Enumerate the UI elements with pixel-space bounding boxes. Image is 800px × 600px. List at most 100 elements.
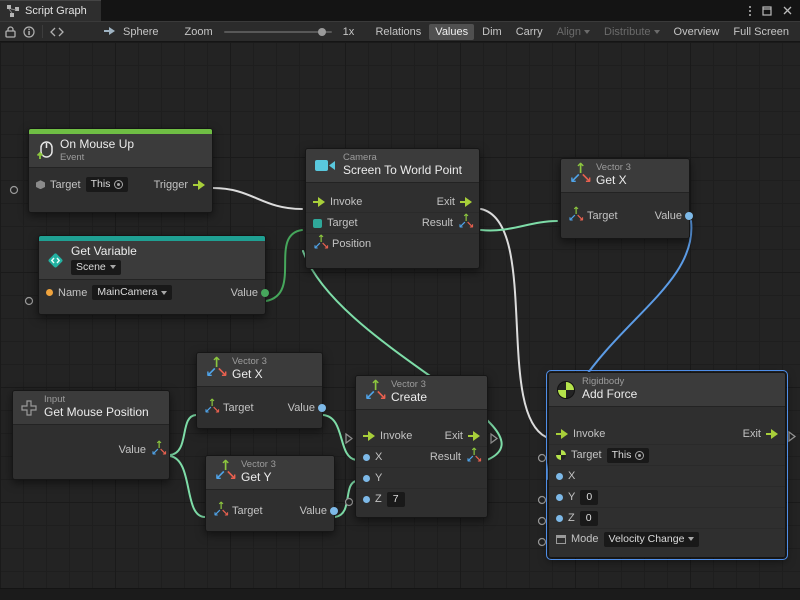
node-get-mouse-position[interactable]: Input Get Mouse Position Value ↑↙↘ bbox=[12, 390, 170, 480]
node-screen-to-world-point[interactable]: Camera Screen To World Point Invoke Exit… bbox=[305, 148, 480, 269]
relations-button[interactable]: Relations bbox=[369, 24, 427, 40]
result-label: Result bbox=[422, 217, 453, 229]
value-output-port[interactable] bbox=[685, 212, 693, 220]
value-row: Value ↑↙↘ bbox=[13, 439, 169, 460]
node-get-y[interactable]: ↑↙↘ Vector 3 Get Y ↑↙↘ Target Value bbox=[205, 455, 335, 532]
node-title: Create bbox=[391, 391, 427, 405]
input-port[interactable] bbox=[11, 187, 18, 194]
vector3-port-icon[interactable]: ↑↙↘ bbox=[313, 237, 327, 251]
control-output-port[interactable] bbox=[491, 434, 497, 443]
float-window-icon[interactable] bbox=[762, 6, 772, 16]
string-port[interactable] bbox=[46, 289, 53, 296]
value-output-port[interactable] bbox=[261, 289, 269, 297]
node-create-vector3[interactable]: ↑↙↘ Vector 3 Create Invoke Exit X bbox=[355, 375, 488, 518]
control-arrow-icon[interactable] bbox=[556, 429, 568, 439]
enum-port-icon[interactable] bbox=[556, 535, 566, 544]
node-get-x-mid[interactable]: ↑↙↘ Vector 3 Get X ↑↙↘ Target Value bbox=[196, 352, 323, 429]
distribute-button[interactable]: Distribute bbox=[598, 24, 665, 40]
node-get-variable[interactable]: Get Variable Scene Name MainCamera bbox=[38, 235, 266, 315]
align-button[interactable]: Align bbox=[551, 24, 596, 40]
script-graph-icon bbox=[7, 5, 19, 17]
invoke-exit-row: Invoke Exit bbox=[549, 423, 785, 444]
float-port[interactable] bbox=[363, 454, 370, 461]
target-trigger-row: Target This Trigger bbox=[29, 174, 212, 195]
control-arrow-icon[interactable] bbox=[460, 197, 472, 207]
control-arrow-icon[interactable] bbox=[766, 429, 778, 439]
breadcrumb-graph-name[interactable]: Sphere bbox=[123, 26, 158, 38]
node-category: Vector 3 bbox=[391, 380, 427, 390]
exit-label: Exit bbox=[437, 196, 455, 208]
node-title: On Mouse Up bbox=[60, 138, 134, 152]
float-port[interactable] bbox=[556, 494, 563, 501]
node-get-x-top[interactable]: ↑↙↘ Vector 3 Get X ↑↙↘ Target Value bbox=[560, 158, 690, 239]
input-icon bbox=[21, 400, 37, 416]
vector3-output-port[interactable]: ↑↙↘ bbox=[151, 443, 165, 457]
input-port[interactable] bbox=[26, 298, 33, 305]
input-port[interactable] bbox=[539, 455, 546, 462]
control-arrow-icon[interactable] bbox=[363, 431, 375, 441]
float-port[interactable] bbox=[556, 473, 563, 480]
camera-port-icon[interactable] bbox=[313, 219, 322, 228]
vector3-port-icon[interactable]: ↑↙↘ bbox=[568, 209, 582, 223]
tab-script-graph[interactable]: Script Graph bbox=[0, 0, 101, 21]
value-output-port[interactable] bbox=[330, 507, 338, 515]
node-subtitle: Event bbox=[60, 153, 134, 163]
node-header: ↑↙↘ Vector 3 Get X bbox=[561, 159, 689, 193]
node-on-mouse-up[interactable]: On Mouse Up Event Target This Trigger bbox=[28, 128, 213, 213]
value-label: Value bbox=[300, 505, 327, 517]
mode-dropdown[interactable]: Velocity Change bbox=[604, 532, 700, 547]
input-port[interactable] bbox=[346, 499, 353, 506]
wire-mouse-to-gety bbox=[170, 456, 205, 517]
zoom-slider[interactable] bbox=[224, 31, 332, 33]
dim-button[interactable]: Dim bbox=[476, 24, 508, 40]
float-port[interactable] bbox=[556, 515, 563, 522]
info-icon[interactable] bbox=[23, 26, 35, 38]
node-title: Screen To World Point bbox=[343, 164, 462, 178]
y-row: Y bbox=[356, 467, 487, 488]
input-port[interactable] bbox=[539, 518, 546, 525]
variable-name-dropdown[interactable]: MainCamera bbox=[92, 285, 172, 300]
overview-button[interactable]: Overview bbox=[668, 24, 726, 40]
mode-row: Mode Velocity Change bbox=[549, 528, 785, 549]
node-add-force[interactable]: Rigidbody Add Force Invoke Exit Target T… bbox=[548, 372, 786, 558]
full-screen-button[interactable]: Full Screen bbox=[727, 24, 795, 40]
wire-camera-to-target bbox=[266, 230, 302, 301]
code-icon[interactable] bbox=[50, 27, 64, 37]
graph-canvas[interactable]: On Mouse Up Event Target This Trigger bbox=[0, 42, 800, 600]
control-input-port[interactable] bbox=[346, 434, 352, 443]
variable-scope-dropdown[interactable]: Scene bbox=[71, 260, 121, 275]
float-port[interactable] bbox=[363, 475, 370, 482]
control-arrow-icon[interactable] bbox=[468, 431, 480, 441]
vector3-port-icon[interactable]: ↑↙↘ bbox=[458, 216, 472, 230]
value-output-port[interactable] bbox=[318, 404, 326, 412]
node-header: ↑↙↘ Vector 3 Create bbox=[356, 376, 487, 410]
window-menu-icon[interactable] bbox=[749, 6, 751, 16]
input-port[interactable] bbox=[539, 497, 546, 504]
node-category: Vector 3 bbox=[596, 163, 631, 173]
this-chip[interactable]: This bbox=[607, 448, 650, 463]
z-value-input[interactable]: 0 bbox=[580, 511, 598, 526]
canvas-bottom-strip bbox=[0, 588, 800, 600]
vector3-port-icon[interactable]: ↑↙↘ bbox=[204, 401, 218, 415]
float-port[interactable] bbox=[363, 496, 370, 503]
control-arrow-icon[interactable] bbox=[193, 180, 205, 190]
vector3-port-icon[interactable]: ↑↙↘ bbox=[466, 450, 480, 464]
gameobject-icon bbox=[36, 180, 45, 189]
toolbar-separator bbox=[42, 25, 43, 38]
zoom-slider-handle[interactable] bbox=[318, 28, 326, 36]
vector3-icon: ↑↙↘ bbox=[214, 463, 234, 483]
control-arrow-icon[interactable] bbox=[313, 197, 325, 207]
values-button[interactable]: Values bbox=[429, 24, 474, 40]
carry-button[interactable]: Carry bbox=[510, 24, 549, 40]
vector3-port-icon[interactable]: ↑↙↘ bbox=[213, 504, 227, 518]
input-port[interactable] bbox=[539, 539, 546, 546]
chevron-down-icon bbox=[110, 265, 116, 269]
lock-icon[interactable] bbox=[5, 26, 16, 38]
rigidbody-port-icon[interactable] bbox=[556, 450, 566, 460]
y-value-input[interactable]: 0 bbox=[580, 490, 598, 505]
z-value-input[interactable]: 7 bbox=[387, 492, 405, 507]
close-icon[interactable] bbox=[783, 6, 792, 15]
this-chip[interactable]: This bbox=[86, 177, 129, 192]
value-label: Value bbox=[119, 444, 146, 456]
control-output-port[interactable] bbox=[789, 432, 795, 441]
